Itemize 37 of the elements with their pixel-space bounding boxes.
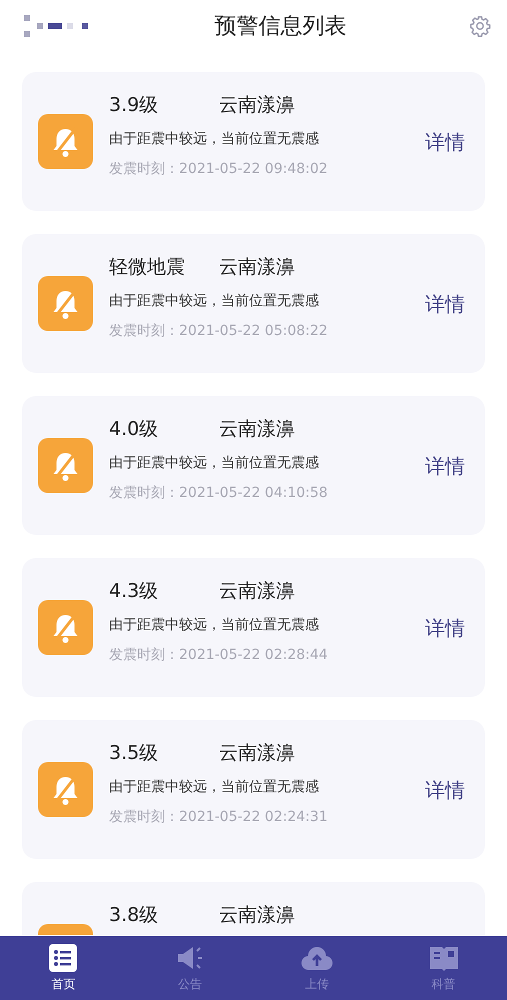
magnitude-label: 3.5级 bbox=[109, 741, 160, 766]
alert-card[interactable]: 轻微地震 云南漾濞 由于距震中较远，当前位置无震感 发震时刻：2021-05-22 05:08:22 详情 bbox=[22, 234, 485, 373]
quake-time: 发震时刻：2021-05-22 02:28:44 bbox=[109, 646, 329, 664]
alert-note: 由于距震中较远，当前位置无震感 bbox=[109, 292, 320, 310]
details-link[interactable]: 详情 bbox=[425, 615, 465, 642]
magnitude-label: 轻微地震 bbox=[109, 255, 186, 280]
magnitude-label: 3.9级 bbox=[109, 93, 160, 118]
alert-card[interactable]: 3.8级 云南漾濞 bbox=[22, 882, 485, 935]
location-label: 云南漾濞 bbox=[219, 903, 295, 928]
magnitude-label: 4.0级 bbox=[109, 417, 160, 442]
details-link[interactable]: 详情 bbox=[425, 129, 465, 156]
alert-card[interactable]: 4.3级 云南漾濞 由于距震中较远，当前位置无震感 发震时刻：2021-05-22 02:28:44 详情 bbox=[22, 558, 485, 697]
alert-note: 由于距震中较远，当前位置无震感 bbox=[109, 616, 320, 634]
quake-time: 发震时刻：2021-05-22 04:10:58 bbox=[109, 484, 329, 502]
alert-card[interactable]: 3.9级 云南漾濞 由于距震中较远，当前位置无震感 发震时刻：2021-05-22 09:48:02 详情 bbox=[22, 72, 485, 211]
location-label: 云南漾濞 bbox=[219, 255, 295, 280]
alert-card[interactable]: 3.5级 云南漾濞 由于距震中较远，当前位置无震感 发震时刻：2021-05-22 02:24:31 详情 bbox=[22, 720, 485, 859]
details-link[interactable]: 详情 bbox=[425, 777, 465, 804]
location-label: 云南漾濞 bbox=[219, 579, 295, 604]
location-label: 云南漾濞 bbox=[219, 417, 295, 442]
list-icon bbox=[49, 944, 78, 972]
alert-note: 由于距震中较远，当前位置无震感 bbox=[109, 130, 320, 148]
tab-item[interactable]: 首页 bbox=[18, 936, 108, 1000]
alert-note: 由于距震中较远，当前位置无震感 bbox=[109, 778, 320, 796]
location-label: 云南漾濞 bbox=[219, 741, 295, 766]
magnitude-label: 3.8级 bbox=[109, 903, 160, 928]
quake-time: 发震时刻：2021-05-22 02:24:31 bbox=[109, 808, 329, 826]
quake-time: 发震时刻：2021-05-22 05:08:22 bbox=[109, 322, 329, 340]
location-label: 云南漾濞 bbox=[219, 93, 295, 118]
page-title: 预警信息列表 bbox=[214, 13, 346, 41]
alert-note: 由于距震中较远，当前位置无震感 bbox=[109, 454, 320, 472]
quake-time: 发震时刻：2021-05-22 09:48:02 bbox=[109, 160, 329, 178]
details-link[interactable]: 详情 bbox=[425, 453, 465, 480]
details-link[interactable]: 详情 bbox=[425, 291, 465, 318]
alert-card[interactable]: 4.0级 云南漾濞 由于距震中较远，当前位置无震感 发震时刻：2021-05-22 04:10:58 详情 bbox=[22, 396, 485, 535]
settings-icon[interactable] bbox=[469, 15, 491, 37]
magnitude-label: 4.3级 bbox=[109, 579, 160, 604]
